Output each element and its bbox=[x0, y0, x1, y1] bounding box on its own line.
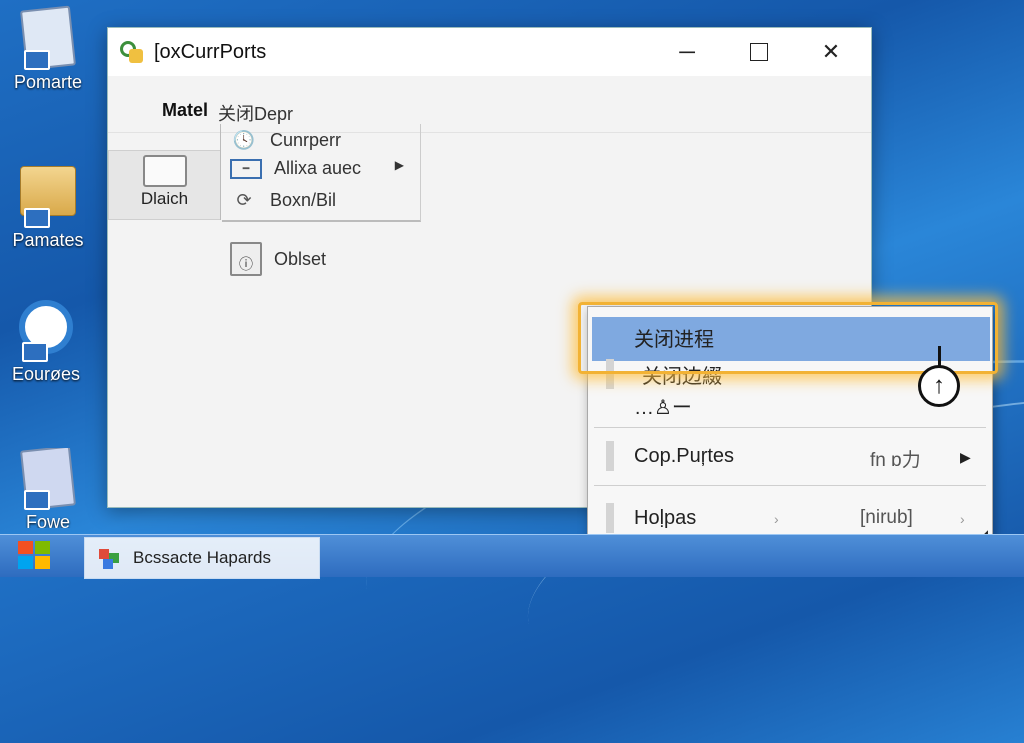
menu-gutter bbox=[606, 503, 614, 533]
context-item-label: …♙ー bbox=[634, 397, 692, 419]
title-bar[interactable]: [oxCurrPorts ─ ✕ bbox=[108, 28, 871, 76]
folder-icon bbox=[20, 166, 76, 228]
context-item-shortcut: fn ɒ力 bbox=[870, 450, 921, 471]
network-icon bbox=[22, 342, 48, 362]
taskbar-app-button[interactable]: Bcssacte Hapards bbox=[84, 537, 320, 579]
chevron-right-icon: › bbox=[774, 511, 779, 527]
desktop-icon-pamates[interactable]: Pamates bbox=[0, 160, 98, 251]
app-icon bbox=[99, 547, 121, 569]
submenu-arrow-icon: ▶ bbox=[394, 158, 404, 172]
submenu-item-allixa[interactable]: ━ Allixa auec bbox=[230, 158, 361, 179]
submenu-item-label: Boxn/Bil bbox=[270, 189, 337, 210]
toolbar-panel-label: Dlaich bbox=[140, 189, 189, 208]
context-separator bbox=[594, 427, 986, 428]
maximize-icon bbox=[750, 43, 768, 61]
submenu-divider bbox=[220, 124, 221, 220]
desktop-icon-fowe[interactable]: Fowe bbox=[0, 448, 98, 528]
network-icon bbox=[24, 50, 50, 70]
desktop-icon-label: Fowe bbox=[25, 512, 70, 528]
submenu-item-cunrperr[interactable]: 🕓 Cunrperr bbox=[230, 128, 341, 152]
desktop-icon-eouroes[interactable]: Eourøes bbox=[0, 300, 96, 385]
context-item-label: Cop.Puŗtes bbox=[634, 444, 735, 467]
disc-icon bbox=[18, 300, 74, 362]
menu-item-matel[interactable]: Matel bbox=[162, 100, 208, 126]
keyboard-icon: ━ bbox=[230, 158, 262, 179]
minimize-button[interactable]: ─ bbox=[651, 28, 723, 76]
mouse-cursor-icon: ↑ bbox=[918, 365, 960, 407]
network-icon bbox=[24, 490, 50, 510]
object-item-label: Oblset bbox=[274, 248, 327, 269]
menu-bar: Matel 关闭Depr bbox=[162, 100, 293, 126]
context-item-holpas[interactable]: Hoḷpas bbox=[588, 503, 992, 533]
focus-highlight bbox=[578, 302, 998, 374]
submenu-arrow-icon: ▶ bbox=[960, 449, 971, 465]
context-separator bbox=[594, 485, 986, 486]
desktop-icon-label: Pamates bbox=[12, 230, 84, 250]
context-item-label: Hoḷpas bbox=[634, 506, 697, 529]
document-clock-icon: 🕓 bbox=[232, 129, 256, 150]
toolbar-panel[interactable]: Dlaich bbox=[108, 150, 221, 220]
submenu: 🕓 Cunrperr ━ Allixa auec ▶ ⟳ Boxn/Bil bbox=[222, 124, 421, 222]
menu-item-depr[interactable]: 关闭Depr bbox=[218, 100, 293, 126]
menu-gutter bbox=[606, 441, 614, 471]
window-icon bbox=[142, 155, 187, 187]
start-button[interactable] bbox=[18, 541, 52, 571]
desktop-icon-label: Pomarte bbox=[13, 72, 83, 92]
desktop-icon-pomarte[interactable]: Pomarte bbox=[0, 5, 98, 93]
submenu-item-boxn[interactable]: ⟳ Boxn/Bil bbox=[230, 188, 336, 212]
window-title: [oxCurrPorts bbox=[154, 40, 267, 63]
close-button[interactable]: ✕ bbox=[795, 28, 867, 76]
currports-app-icon bbox=[120, 39, 146, 65]
document-icon bbox=[20, 5, 76, 71]
submenu-item-label: Allixa auec bbox=[274, 158, 362, 178]
context-item-shortcut: [nirub] bbox=[860, 507, 913, 528]
maximize-button[interactable] bbox=[723, 28, 795, 76]
taskbar-app-label: Bcssacte Hapards bbox=[133, 548, 271, 567]
chevron-right-icon: › bbox=[960, 511, 965, 527]
network-icon bbox=[24, 208, 50, 228]
desktop-icon-label: Eourøes bbox=[11, 364, 81, 384]
submenu-item-label: Cunrperr bbox=[270, 129, 342, 150]
info-document-icon: ⓘ bbox=[230, 242, 262, 276]
context-item-copy-ports[interactable]: Cop.Puŗtes bbox=[588, 441, 992, 471]
notepad-icon bbox=[20, 448, 76, 511]
refresh-icon: ⟳ bbox=[236, 189, 252, 210]
object-item[interactable]: ⓘ Oblset bbox=[230, 242, 326, 276]
taskbar: Bcssacte Hapards bbox=[0, 534, 1024, 579]
